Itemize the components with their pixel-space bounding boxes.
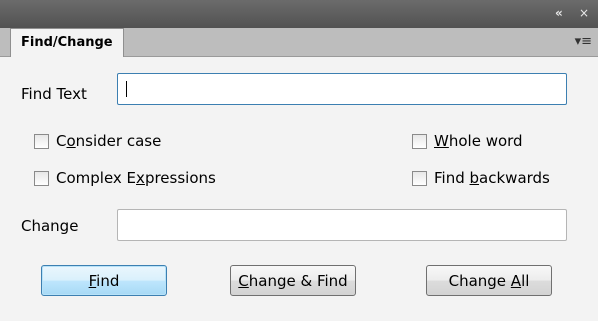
find-backwards-box[interactable] [412, 170, 427, 186]
panel-title-strip: « × [0, 0, 598, 28]
close-icon[interactable]: × [579, 6, 589, 20]
whole-word-label: Whole word [434, 132, 523, 150]
consider-case-checkbox[interactable]: Consider case [34, 132, 161, 150]
consider-case-label: Consider case [56, 132, 162, 150]
find-backwards-checkbox[interactable]: Find backwards [412, 169, 550, 187]
find-button[interactable]: Find [41, 265, 167, 296]
change-all-button[interactable]: Change All [426, 265, 552, 296]
text-caret [126, 81, 127, 97]
change-input[interactable] [117, 209, 567, 241]
tab-label: Find/Change [21, 35, 113, 50]
whole-word-box[interactable] [412, 133, 427, 149]
complex-expressions-box[interactable] [34, 170, 49, 186]
complex-expressions-checkbox[interactable]: Complex Expressions [34, 169, 216, 187]
change-and-find-button[interactable]: Change & Find [230, 265, 356, 296]
tab-find-change[interactable]: Find/Change [10, 28, 124, 57]
change-and-find-button-label: Change & Find [238, 271, 348, 290]
change-all-button-label: Change All [448, 271, 530, 290]
whole-word-checkbox[interactable]: Whole word [412, 132, 523, 150]
find-change-panel: « × Find/Change ▾≡ Find Text Consider ca… [0, 0, 598, 321]
panel-content: Find Text Consider case Whole word Compl… [0, 57, 598, 321]
panel-menu-icon[interactable]: ▾≡ [575, 34, 592, 49]
find-backwards-label: Find backwards [434, 169, 550, 187]
find-button-label: Find [88, 271, 120, 290]
consider-case-box[interactable] [34, 133, 49, 149]
tab-bar: Find/Change ▾≡ [0, 28, 598, 57]
change-label: Change [21, 217, 79, 235]
complex-expressions-label: Complex Expressions [56, 169, 216, 187]
find-text-input[interactable] [117, 73, 567, 105]
find-text-label: Find Text [21, 85, 87, 103]
collapse-icon[interactable]: « [555, 6, 563, 20]
